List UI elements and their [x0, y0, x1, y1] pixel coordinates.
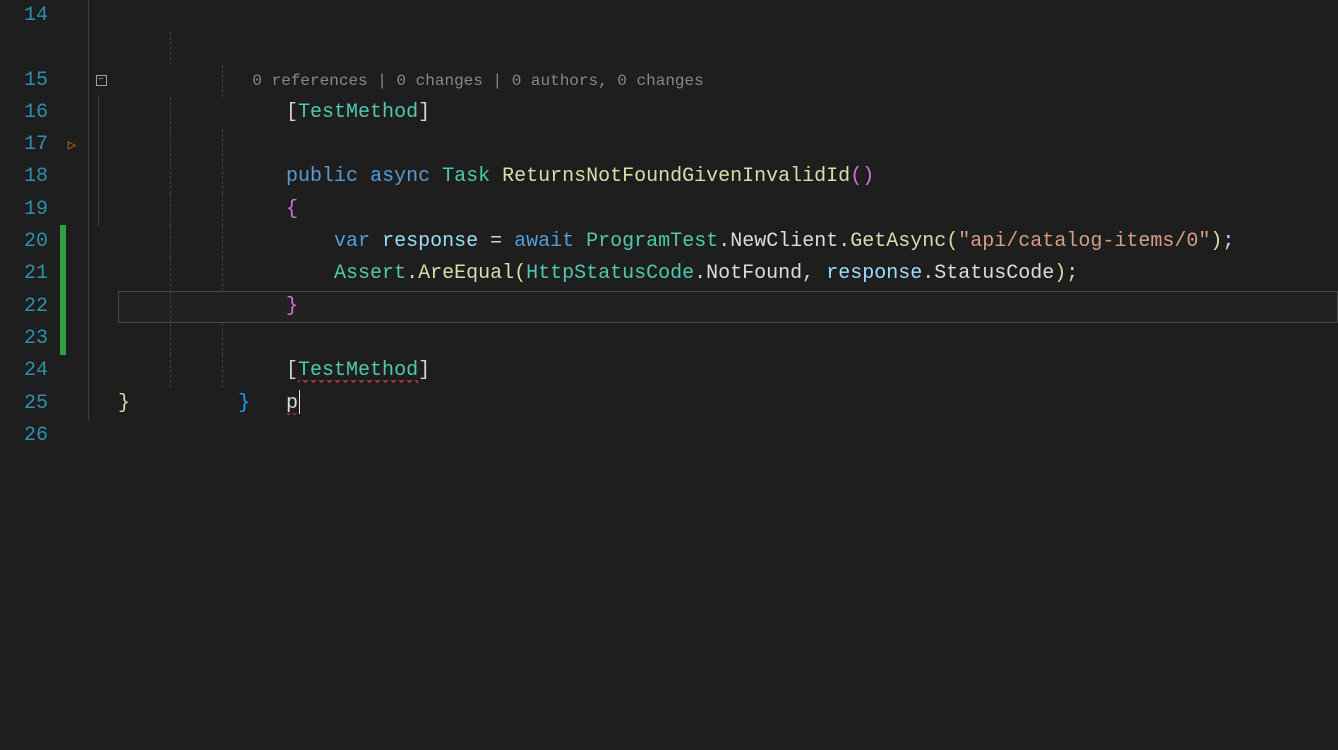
- code-area[interactable]: [TestMethod] 0 references | 0 changes | …: [118, 0, 1338, 750]
- line-number: 23: [0, 323, 48, 355]
- line-number: 14: [0, 0, 48, 32]
- code-line[interactable]: }: [118, 194, 1338, 226]
- line-number: 19: [0, 194, 48, 226]
- breakpoint-arrow-icon[interactable]: ▷: [68, 137, 76, 154]
- code-line[interactable]: }: [118, 355, 1338, 387]
- change-marker: [60, 225, 66, 355]
- code-line[interactable]: [118, 420, 1338, 452]
- code-line[interactable]: [118, 226, 1338, 258]
- line-number: 17: [0, 129, 48, 161]
- code-line-current[interactable]: p: [118, 291, 1338, 323]
- code-editor[interactable]: 14 15 16 17 18 19 20 21 22 23 24 25 26 ▷: [0, 0, 1338, 750]
- code-line[interactable]: [TestMethod]: [118, 0, 1338, 32]
- code-line[interactable]: [TestMethod]: [118, 258, 1338, 290]
- code-line[interactable]: var response = await ProgramTest.NewClie…: [118, 129, 1338, 161]
- line-number: 21: [0, 258, 48, 290]
- line-number: 15: [0, 65, 48, 97]
- line-number-gutter: 14 15 16 17 18 19 20 21 22 23 24 25 26: [0, 0, 60, 750]
- code-line[interactable]: {: [118, 97, 1338, 129]
- line-number: 26: [0, 420, 48, 452]
- folding-gutter[interactable]: −: [84, 0, 118, 750]
- line-number: 22: [0, 291, 48, 323]
- code-line[interactable]: }: [118, 388, 1338, 420]
- code-line[interactable]: [118, 323, 1338, 355]
- line-number: 20: [0, 226, 48, 258]
- code-line[interactable]: public async Task ReturnsNotFoundGivenIn…: [118, 65, 1338, 97]
- line-number: 18: [0, 161, 48, 193]
- line-number: 16: [0, 97, 48, 129]
- line-number: 25: [0, 388, 48, 420]
- line-number: 24: [0, 355, 48, 387]
- code-line[interactable]: Assert.AreEqual(HttpStatusCode.NotFound,…: [118, 161, 1338, 193]
- fold-toggle-icon[interactable]: −: [96, 75, 107, 86]
- codelens[interactable]: 0 references | 0 changes | 0 authors, 0 …: [118, 32, 1338, 64]
- marker-gutter[interactable]: ▷: [60, 0, 84, 750]
